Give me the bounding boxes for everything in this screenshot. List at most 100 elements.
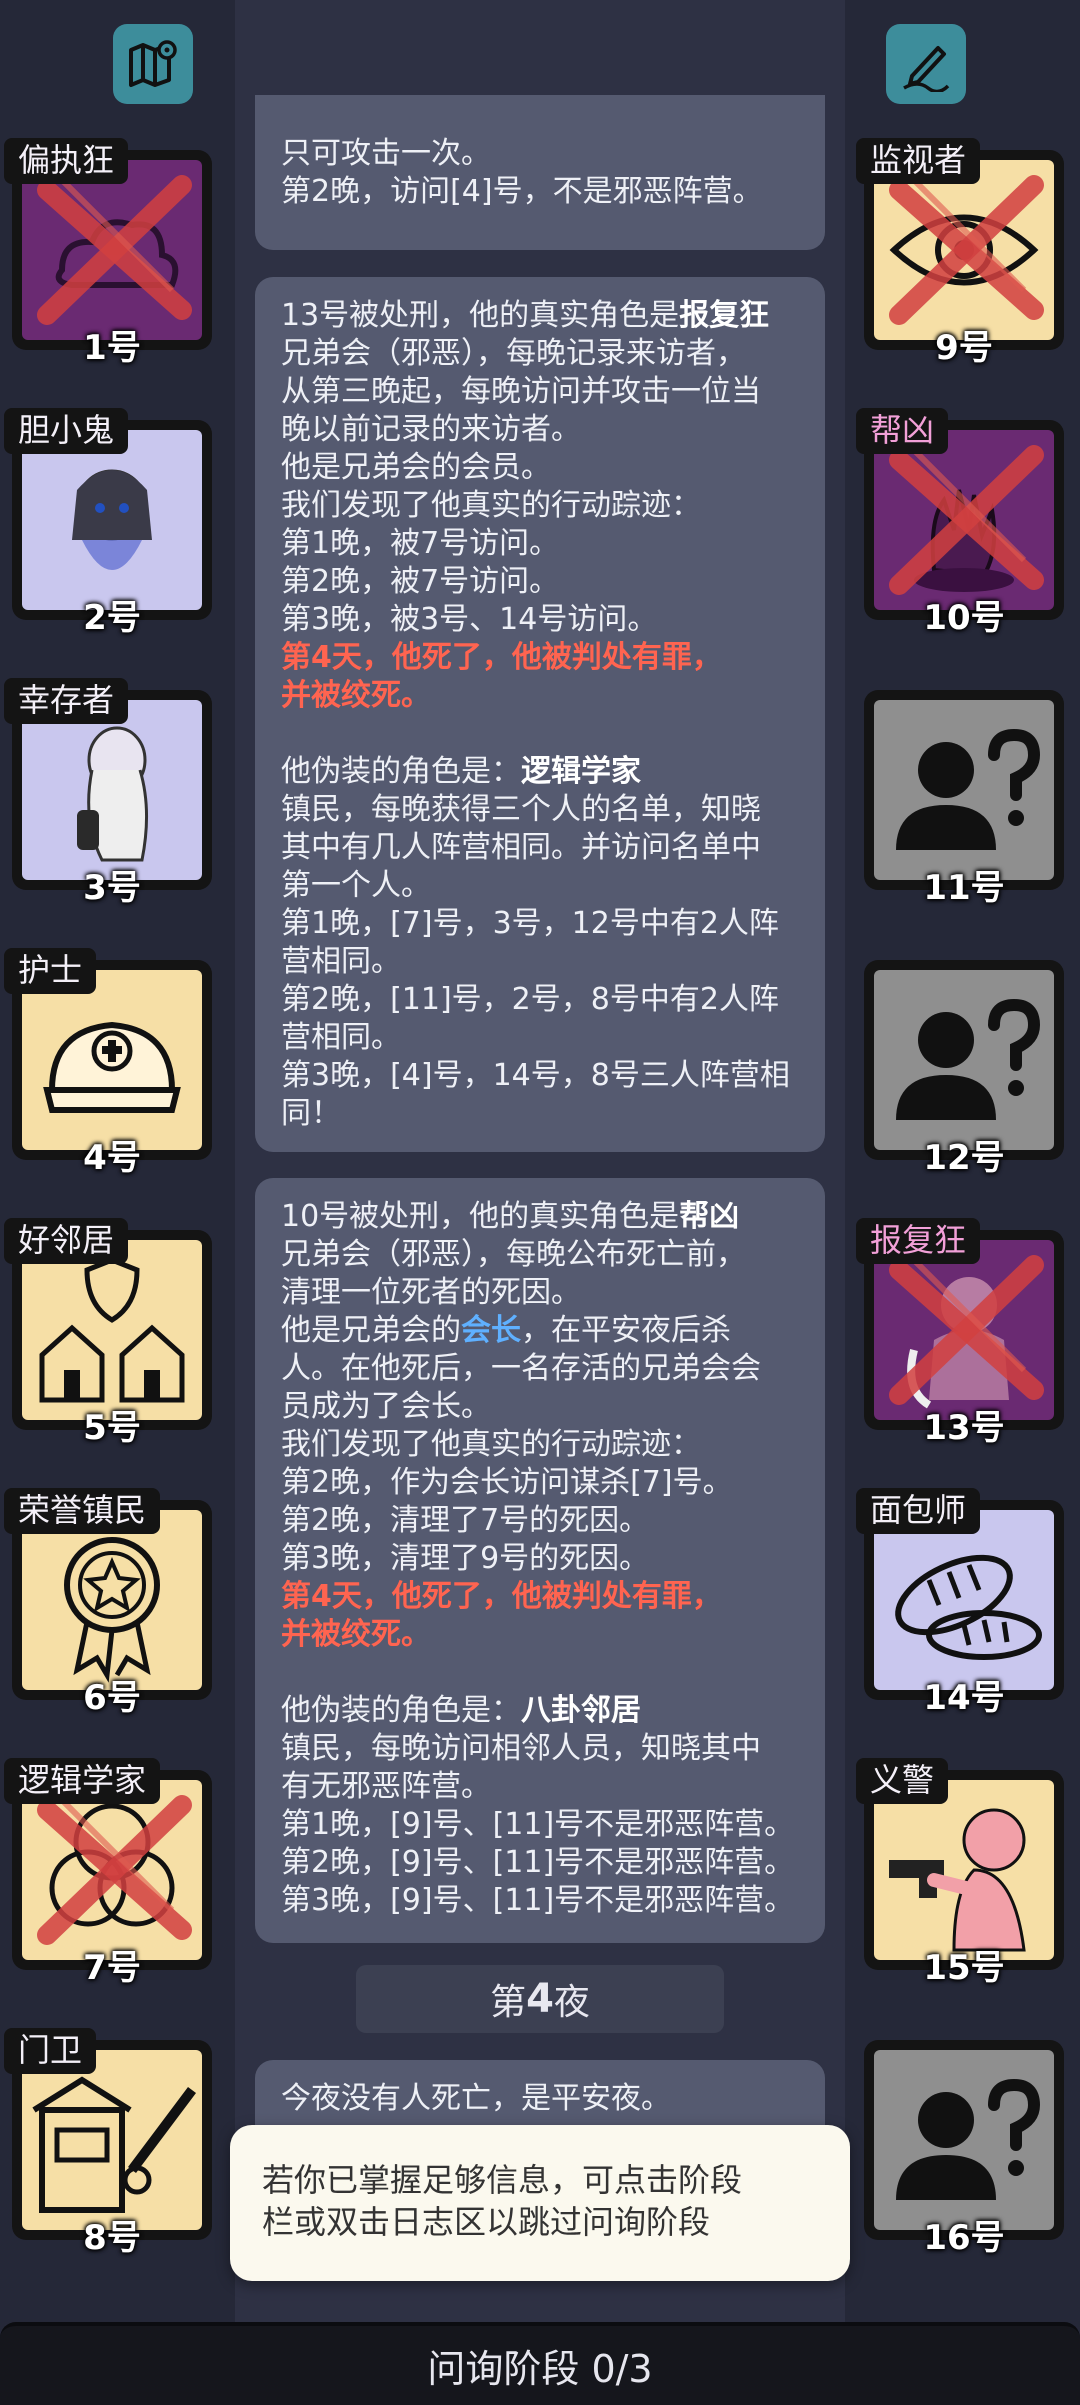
player-number: 1号 (83, 328, 141, 368)
log-text: 他伪装的角色是： (281, 1693, 521, 1728)
player-number: 16号 (923, 2218, 1005, 2258)
role-portrait (22, 1780, 202, 1960)
phase-bar[interactable]: 问询阶段 0/3 (0, 2322, 1080, 2405)
player-number: 3号 (83, 868, 141, 908)
night-divider: 第4夜 (356, 1965, 724, 2033)
dead-cross-mark (37, 1795, 192, 1945)
role-portrait (874, 160, 1054, 340)
log-line: 第1晚，[7]号，3号，12号中有2人阵 (281, 906, 779, 941)
player-card-3号[interactable]: 幸存者 3号 (4, 678, 212, 908)
death-notice: 第4天，他死了，他被判处有罪， (281, 640, 722, 675)
role-portrait (874, 700, 1054, 880)
log-entry-3: 10号被处刑，他的真实角色是帮凶 兄弟会（邪恶），每晚公布死亡前， 清理一位死者… (255, 1178, 825, 1943)
log-line: 镇民，每晚获得三个人的名单，知晓 (281, 792, 761, 827)
dead-cross-mark (889, 445, 1044, 595)
death-notice: 第4天，他死了，他被判处有罪， (281, 1579, 722, 1614)
player-card-16号[interactable]: 16号 (856, 2040, 1064, 2258)
log-line: 晚以前记录的来访者。 (281, 412, 581, 447)
player-number: 15号 (923, 1948, 1005, 1988)
player-number: 14号 (923, 1678, 1005, 1718)
player-card-12号[interactable]: 12号 (856, 960, 1064, 1178)
log-line: 我们发现了他真实的行动踪迹： (281, 1427, 701, 1462)
player-number: 9号 (935, 328, 993, 368)
role-portrait (874, 430, 1054, 610)
player-card-8号[interactable]: 门卫 8号 (4, 2028, 212, 2258)
log-line: 有无邪恶阵营。 (281, 1769, 491, 1804)
dead-cross-mark (889, 175, 1044, 325)
role-portrait (22, 1240, 202, 1420)
death-notice: 并被绞死。 (281, 678, 431, 713)
log-text: ，在平安夜后杀 (521, 1313, 731, 1348)
log-line: 营相同。 (281, 944, 401, 979)
role-portrait (874, 2050, 1054, 2230)
log-line: 第2晚，[9]号、[11]号不是邪恶阵营。 (281, 1845, 795, 1880)
log-line: 第3晚，清理了9号的死因。 (281, 1541, 650, 1576)
log-line: 只可攻击一次。 (281, 136, 491, 171)
phase-label: 问询阶段 0/3 (427, 2347, 653, 2391)
player-number: 11号 (923, 868, 1005, 908)
log-entry-1: 只可攻击一次。 第2晚，访问[4]号，不是邪恶阵营。 (255, 95, 825, 250)
role-name-tag: 偏执狂 (4, 138, 129, 184)
player-card-6号[interactable]: 荣誉镇民 6号 (4, 1488, 212, 1718)
log-line: 第3晚，[9]号、[11]号不是邪恶阵营。 (281, 1883, 795, 1918)
medal-star-icon (64, 1537, 160, 1683)
log-line: 今夜没有人死亡，是平安夜。 (281, 2081, 671, 2116)
role-name-tag: 逻辑学家 (4, 1758, 161, 1804)
player-card-14号[interactable]: 面包师 14号 (856, 1488, 1064, 1718)
player-card-15号[interactable]: 义警 15号 (856, 1758, 1064, 1988)
hint-line: 若你已掌握足够信息，可点击阶段 (262, 2161, 743, 2199)
role-name-tag: 幸存者 (4, 678, 129, 724)
log-line: 其中有几人阵营相同。并访问名单中 (281, 830, 761, 865)
hint-tooltip[interactable]: 若你已掌握足够信息，可点击阶段 栏或双击日志区以跳过问询阶段 (230, 2125, 850, 2281)
notes-button[interactable] (886, 24, 966, 104)
role-portrait (874, 1240, 1054, 1420)
log-text: 他是兄弟会的 (281, 1313, 461, 1348)
role-portrait (22, 970, 202, 1150)
player-card-13号[interactable]: 报复狂 13号 (856, 1218, 1064, 1448)
role-name-tag: 胆小鬼 (4, 408, 129, 454)
log-line: 清理一位死者的死因。 (281, 1275, 581, 1310)
log-line: 人。在他死后，一名存活的兄弟会会 (281, 1351, 761, 1386)
log-line: 镇民，每晚访问相邻人员，知晓其中 (281, 1731, 761, 1766)
player-card-11号[interactable]: 11号 (856, 690, 1064, 908)
log-line: 第一个人。 (281, 868, 431, 903)
role-name-tag: 报复狂 (856, 1218, 981, 1264)
notes-pen-icon (903, 46, 950, 92)
role-name-tag: 监视者 (856, 138, 981, 184)
role-name-tag: 门卫 (4, 2028, 97, 2074)
log-line: 兄弟会（邪恶），每晚公布死亡前， (281, 1237, 746, 1272)
player-card-9号[interactable]: 监视者 9号 (856, 138, 1064, 368)
player-card-10号[interactable]: 帮凶 10号 (856, 408, 1064, 638)
player-card-5号[interactable]: 好邻居 5号 (4, 1218, 212, 1448)
nurse-cap-icon (43, 1021, 181, 1113)
log-text: 10号被处刑，他的真实角色是 (281, 1199, 680, 1234)
death-notice: 并被绞死。 (281, 1617, 431, 1652)
ghost-girl-icon (72, 469, 152, 570)
log-line: 第2晚，访问[4]号，不是邪恶阵营。 (281, 174, 763, 209)
log-line: 兄弟会（邪恶），每晚记录来访者， (281, 336, 746, 371)
role-name-tag: 义警 (856, 1758, 949, 1804)
role-portrait (22, 1510, 202, 1690)
unknown-person-icon (896, 728, 1041, 850)
player-card-4号[interactable]: 护士 4号 (4, 948, 212, 1178)
log-text: 13号被处刑，他的真实角色是 (281, 298, 680, 333)
log-line: 第2晚，清理了7号的死因。 (281, 1503, 650, 1538)
role-name-tag: 好邻居 (4, 1218, 129, 1264)
log-line: 第2晚，作为会长访问谋杀[7]号。 (281, 1465, 733, 1500)
player-card-7号[interactable]: 逻辑学家 7号 (4, 1758, 212, 1988)
log-line: 第2晚，被7号访问。 (281, 564, 560, 599)
role-name-tag: 面包师 (856, 1488, 981, 1534)
player-card-1号[interactable]: 偏执狂 1号 (4, 138, 212, 368)
player-number: 7号 (83, 1948, 141, 1988)
role-portrait (22, 160, 202, 340)
role-portrait (874, 1780, 1054, 1960)
log-line: 员成为了会长。 (281, 1389, 491, 1424)
leader-keyword[interactable]: 会长 (461, 1313, 521, 1348)
player-card-2号[interactable]: 胆小鬼 2号 (4, 408, 212, 638)
log-text: 他伪装的角色是： (281, 754, 521, 789)
map-button[interactable] (113, 24, 193, 104)
log-line: 第1晚，被7号访问。 (281, 526, 560, 561)
gunman-icon (889, 1808, 1026, 1952)
dead-cross-mark (889, 1255, 1044, 1405)
map-icon (129, 40, 177, 87)
